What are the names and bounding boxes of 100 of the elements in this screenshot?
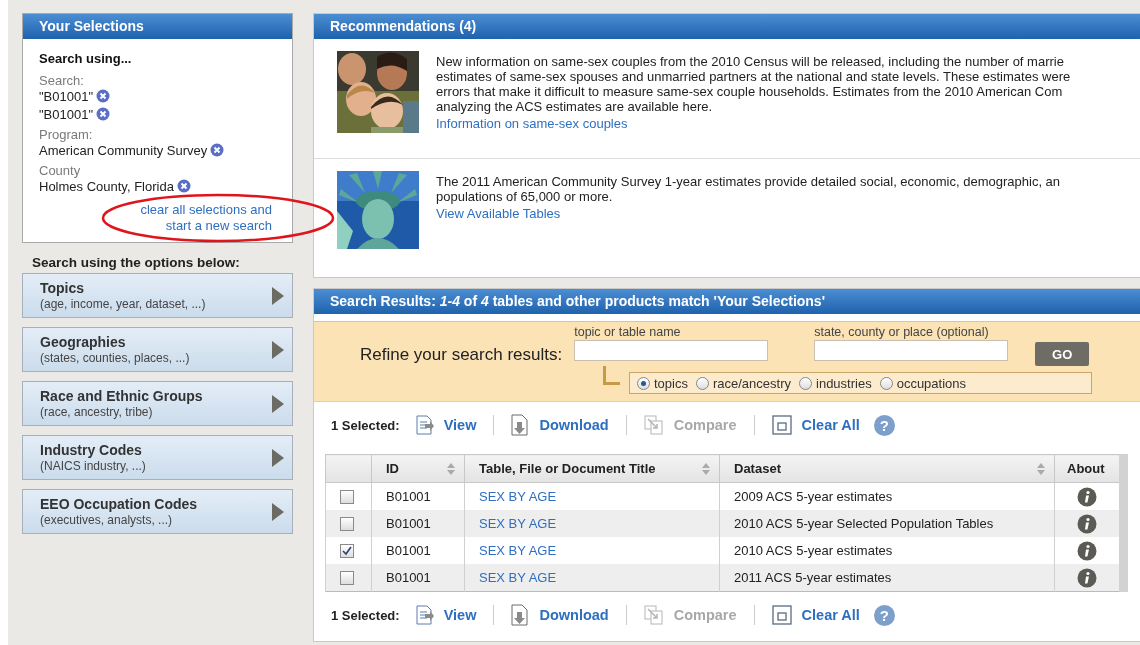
- selection-value: American Community Survey: [39, 143, 208, 158]
- panel-header: Recommendations (4): [314, 14, 1140, 39]
- category-button[interactable]: Topics (age, income, year, dataset, ...): [22, 273, 293, 318]
- checkbox[interactable]: [340, 570, 354, 585]
- radio-button[interactable]: [637, 376, 650, 390]
- table-link[interactable]: SEX BY AGE: [479, 489, 557, 504]
- info-icon[interactable]: [1076, 486, 1097, 507]
- table-cell: B01001: [386, 543, 431, 558]
- toolbar-link[interactable]: Clear All: [801, 417, 860, 433]
- section-heading: Search using the options below:: [31, 254, 240, 272]
- selection-label: County: [39, 163, 81, 178]
- remove-icon[interactable]: [210, 143, 225, 157]
- selection-value: "B01001": [39, 107, 94, 122]
- download-icon: [511, 604, 530, 626]
- go-button[interactable]: GO: [1035, 342, 1090, 366]
- toolbar-link[interactable]: Download: [539, 607, 609, 623]
- table-cell: 2011 ACS 5-year estimates: [734, 570, 892, 585]
- category-hint: (states, counties, places, ...): [40, 351, 190, 365]
- radio-button[interactable]: [695, 376, 709, 390]
- selected-count: 1 Selected:: [331, 607, 400, 623]
- category-title: Race and Ethnic Groups: [40, 388, 203, 405]
- radio-label: occupations: [896, 375, 967, 391]
- connector-line: [603, 366, 620, 385]
- recommendation-link[interactable]: View Available Tables: [436, 204, 561, 224]
- info-icon[interactable]: [1076, 513, 1097, 534]
- column-header[interactable]: ID: [386, 461, 399, 476]
- triangle-icon: [272, 394, 284, 413]
- info-icon[interactable]: [1076, 567, 1097, 588]
- compare-icon: [643, 415, 664, 435]
- toolbar-link[interactable]: View: [443, 607, 477, 623]
- category-hint: (race, ancestry, tribe): [40, 405, 153, 419]
- panel-header: Search Results: 1-4 of 4 tables and other products match 'Your Selections': [314, 289, 1140, 314]
- sort-icon[interactable]: [1036, 461, 1046, 476]
- selection-value: Holmes County, Florida: [39, 179, 174, 194]
- selection-label: Program:: [39, 127, 93, 142]
- selected-count: 1 Selected:: [331, 417, 400, 433]
- checkbox[interactable]: [340, 489, 354, 504]
- document-icon: [415, 605, 434, 625]
- download-icon: [511, 414, 530, 436]
- sort-icon[interactable]: [446, 461, 456, 476]
- info-icon[interactable]: [1076, 540, 1097, 561]
- toolbar-link[interactable]: Download: [539, 417, 609, 433]
- radio-label: topics: [654, 375, 688, 391]
- table-link[interactable]: SEX BY AGE: [479, 543, 557, 558]
- toolbar-link[interactable]: Clear All: [801, 607, 860, 623]
- section-heading: Search using...: [39, 51, 132, 66]
- sort-icon[interactable]: [701, 461, 711, 476]
- category-title: Geographies: [40, 334, 126, 351]
- radio-label: industries: [816, 375, 872, 391]
- field-label: topic or table name: [574, 324, 682, 340]
- radio-button[interactable]: [879, 376, 893, 390]
- category-hint: (NAICS industry, ...): [40, 459, 146, 473]
- field-label: state, county or place (optional): [814, 324, 990, 340]
- panel-header: Your Selections: [23, 14, 292, 39]
- table-cell: B01001: [386, 570, 431, 585]
- table-cell: B01001: [386, 516, 431, 531]
- clear-icon: [771, 415, 792, 435]
- refine-label: Refine your search results:: [360, 345, 563, 366]
- category-title: Topics: [40, 280, 85, 297]
- triangle-icon: [272, 286, 284, 305]
- column-header: About: [1067, 461, 1105, 476]
- help-icon[interactable]: ?: [873, 604, 895, 626]
- selection-value: "B01001": [39, 89, 94, 104]
- remove-icon[interactable]: [96, 89, 111, 103]
- table-cell: 2010 ACS 5-year estimates: [734, 543, 893, 558]
- help-icon[interactable]: ?: [873, 414, 895, 436]
- category-title: EEO Occupation Codes: [40, 496, 198, 513]
- category-button[interactable]: EEO Occupation Codes (executives, analysts, ...): [22, 489, 293, 534]
- recommendation-link[interactable]: Information on same-sex couples: [436, 114, 628, 134]
- remove-icon[interactable]: [176, 179, 191, 193]
- table-link[interactable]: SEX BY AGE: [479, 570, 557, 585]
- recommendation-text: The 2011 American Community Survey 1-year estimates provide detailed social, economic, demographic, an populations of 65,000 or more.: [436, 174, 1061, 204]
- table-cell: 2009 ACS 5-year estimates: [734, 489, 893, 504]
- compare-icon: [643, 605, 664, 625]
- clear-icon: [771, 605, 792, 625]
- selection-label: Search:: [39, 73, 84, 88]
- category-hint: (executives, analysts, ...): [40, 513, 173, 527]
- clear-selections-link[interactable]: clear all selections and start a new search: [140, 202, 272, 234]
- category-button[interactable]: Geographies (states, counties, places, ...): [22, 327, 293, 372]
- remove-icon[interactable]: [96, 107, 111, 121]
- search-field[interactable]: [574, 340, 769, 361]
- checkbox[interactable]: [340, 543, 354, 558]
- triangle-icon: [272, 448, 284, 467]
- triangle-icon: [272, 502, 284, 521]
- toolbar-link[interactable]: View: [443, 417, 477, 433]
- table-link[interactable]: SEX BY AGE: [479, 516, 557, 531]
- document-icon: [415, 415, 434, 435]
- category-button[interactable]: Race and Ethnic Groups (race, ancestry, tribe): [22, 381, 293, 426]
- category-hint: (age, income, year, dataset, ...): [40, 297, 206, 311]
- triangle-icon: [272, 340, 284, 359]
- search-field[interactable]: [814, 340, 1009, 361]
- recommendation-text: New information on same-sex couples from the 2010 Census will be released, including the number of marrie estimates of same-sex spouses and unmarried partners at the national and state levels. These estimates were errors that make it difficult to measure same-sex couple households. Estimates from the 2010 American Com analyzing the ACS estimates are available here.: [436, 54, 1071, 114]
- category-button[interactable]: Industry Codes (NAICS industry, ...): [22, 435, 293, 480]
- column-header[interactable]: Dataset: [734, 461, 781, 476]
- checkbox[interactable]: [340, 516, 354, 531]
- radio-button[interactable]: [799, 376, 812, 390]
- category-title: Industry Codes: [40, 442, 142, 459]
- table-cell: B01001: [386, 489, 431, 504]
- table-cell: 2010 ACS 5-year Selected Population Tables: [734, 516, 994, 531]
- radio-label: race/ancestry: [712, 375, 791, 391]
